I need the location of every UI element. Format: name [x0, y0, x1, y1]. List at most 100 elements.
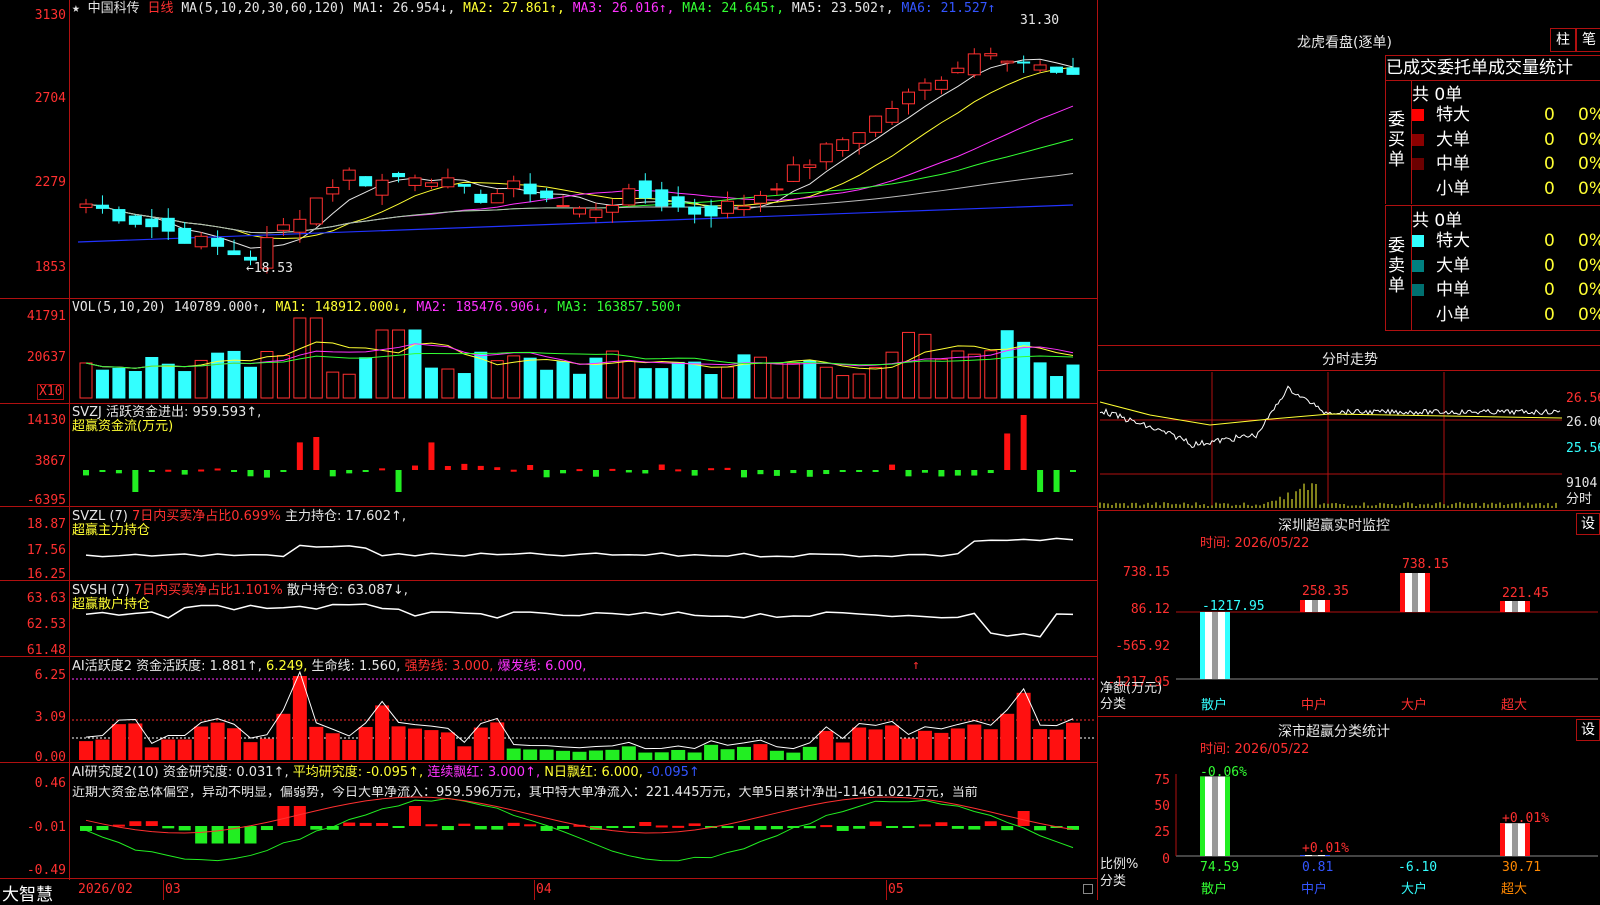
research-bar — [145, 821, 158, 826]
intraday-unit: 分时 — [1566, 492, 1593, 507]
volume-bar — [1050, 376, 1064, 399]
research-bar — [721, 826, 734, 829]
research-bar — [688, 823, 701, 826]
order-size-row: 特大 0 0% — [1412, 230, 1600, 252]
vol-ma1: MA1: 148912.000↓, — [275, 300, 409, 315]
fund-flow-bar — [921, 470, 928, 473]
favorite-star-icon[interactable]: ★ — [72, 1, 80, 16]
y-tick: 3130 — [34, 8, 66, 23]
candle-body — [885, 107, 899, 123]
fund-flow-bar — [625, 470, 632, 473]
activity-bar — [901, 738, 916, 760]
research-bar — [277, 806, 290, 826]
candle-body — [309, 197, 323, 225]
fund-flow-bar — [724, 467, 731, 470]
vol-unit-badge: X10 — [37, 384, 65, 400]
sz-class-settings-button[interactable]: 设 — [1576, 719, 1600, 741]
vol-ma2: MA2: 185476.906↓, — [416, 300, 550, 315]
candle-body — [1017, 61, 1031, 64]
low-price-marker: ←18.53 — [246, 261, 293, 276]
pen-mode-button[interactable]: 笔 — [1576, 28, 1600, 52]
tab-volume-stats[interactable]: 成交量统计 — [1488, 58, 1573, 78]
order-pct: 0% — [1578, 178, 1600, 199]
money-bar-edge — [1200, 612, 1205, 679]
ai-active-fund: 资金活跃度: 1.881↑, — [136, 659, 262, 674]
main-holding-line — [85, 537, 1074, 558]
research-bar — [162, 826, 175, 829]
candle-body — [441, 177, 455, 188]
brand-logo[interactable]: 大智慧 — [2, 880, 53, 905]
candle-body — [194, 235, 208, 248]
volume-bar — [902, 331, 915, 399]
tab-filled[interactable]: 已成交 — [1386, 58, 1437, 78]
order-size-row: 中单 0 0% — [1412, 153, 1600, 175]
sz-class-top-label: +0.01% — [1302, 841, 1349, 856]
sz-class-title: 深市超赢分类统计 — [1278, 724, 1390, 740]
ai-research-header: AI研究度2(10) 资金研究度: 0.031↑, 平均研究度: -0.095↑… — [72, 766, 700, 780]
research-bar — [902, 826, 915, 828]
ai-active-header: AI活跃度2 资金活跃度: 1.881↑, 6.249, 生命线: 1.560,… — [72, 660, 586, 674]
ai-active-arrow: ↑ — [912, 658, 920, 673]
fund-flow-bar — [428, 442, 435, 470]
ma-line — [85, 138, 1074, 234]
volume-bar — [95, 369, 109, 399]
money-bar-edge — [1325, 600, 1330, 612]
candle-body — [507, 180, 521, 190]
y-tick: 3.09 — [34, 710, 66, 725]
candle-body — [803, 164, 817, 168]
volume-bar — [737, 354, 751, 399]
candle-body — [836, 139, 850, 151]
volume-bar — [408, 329, 422, 399]
candle-body — [688, 206, 702, 215]
volume-bar — [786, 362, 800, 399]
research-bar — [1001, 826, 1014, 831]
activity-bar — [950, 728, 965, 760]
candle-body — [211, 237, 225, 247]
lock-icon[interactable] — [1083, 884, 1093, 894]
y-tick: 50 — [1154, 799, 1170, 814]
y-tick: 61.48 — [26, 643, 66, 658]
order-count: 0 — [1544, 304, 1555, 325]
vol-value: 140789.000↑, — [173, 300, 268, 315]
order-size-row: 中单 0 0% — [1412, 279, 1600, 301]
activity-bar — [375, 705, 390, 760]
intraday-y-tick: 26.06 — [1566, 415, 1600, 430]
y-tick: 14130 — [26, 413, 66, 428]
order-size-row: 特大 0 0% — [1412, 104, 1600, 126]
activity-bar — [276, 713, 291, 760]
y-tick: 75 — [1154, 773, 1170, 788]
intraday-vol-tick: 9104 — [1566, 476, 1598, 491]
volume-bar — [869, 366, 883, 399]
fund-flow-bar — [1037, 470, 1044, 492]
activity-bar — [243, 742, 258, 760]
order-count: 0 — [1544, 280, 1555, 300]
activity-bar — [868, 729, 883, 760]
volume-bar — [309, 317, 323, 399]
vol-ma3: MA3: 163857.500↑ — [557, 300, 683, 315]
activity-bar — [588, 750, 603, 760]
candle-body — [342, 169, 356, 181]
volume-bar — [671, 361, 685, 399]
research-bar — [820, 825, 833, 828]
candle-body — [753, 194, 767, 204]
candle-body — [1066, 67, 1080, 75]
activity-bar — [967, 724, 982, 760]
order-size-name: 大单 — [1436, 255, 1470, 276]
volume-bar — [1000, 330, 1014, 399]
fund-flow-bar — [839, 470, 846, 472]
candle-body — [573, 207, 586, 215]
money-bar-edge — [1525, 601, 1530, 612]
candle-body — [112, 209, 126, 222]
volume-bar — [622, 360, 636, 399]
money-bar-edge — [1500, 601, 1505, 612]
date-label: 04 — [536, 882, 552, 897]
bar-mode-button[interactable]: 柱 — [1550, 28, 1576, 52]
activity-bar — [358, 726, 373, 760]
volume-bar — [211, 352, 225, 399]
buy-total: 共 0单 — [1412, 85, 1463, 105]
candle-body — [704, 205, 718, 217]
period-label[interactable]: 日线 — [148, 1, 174, 16]
research-bar — [984, 821, 997, 826]
sz-monitor-settings-button[interactable]: 设 — [1576, 513, 1600, 535]
tab-orders[interactable]: 委托单 — [1437, 58, 1488, 78]
